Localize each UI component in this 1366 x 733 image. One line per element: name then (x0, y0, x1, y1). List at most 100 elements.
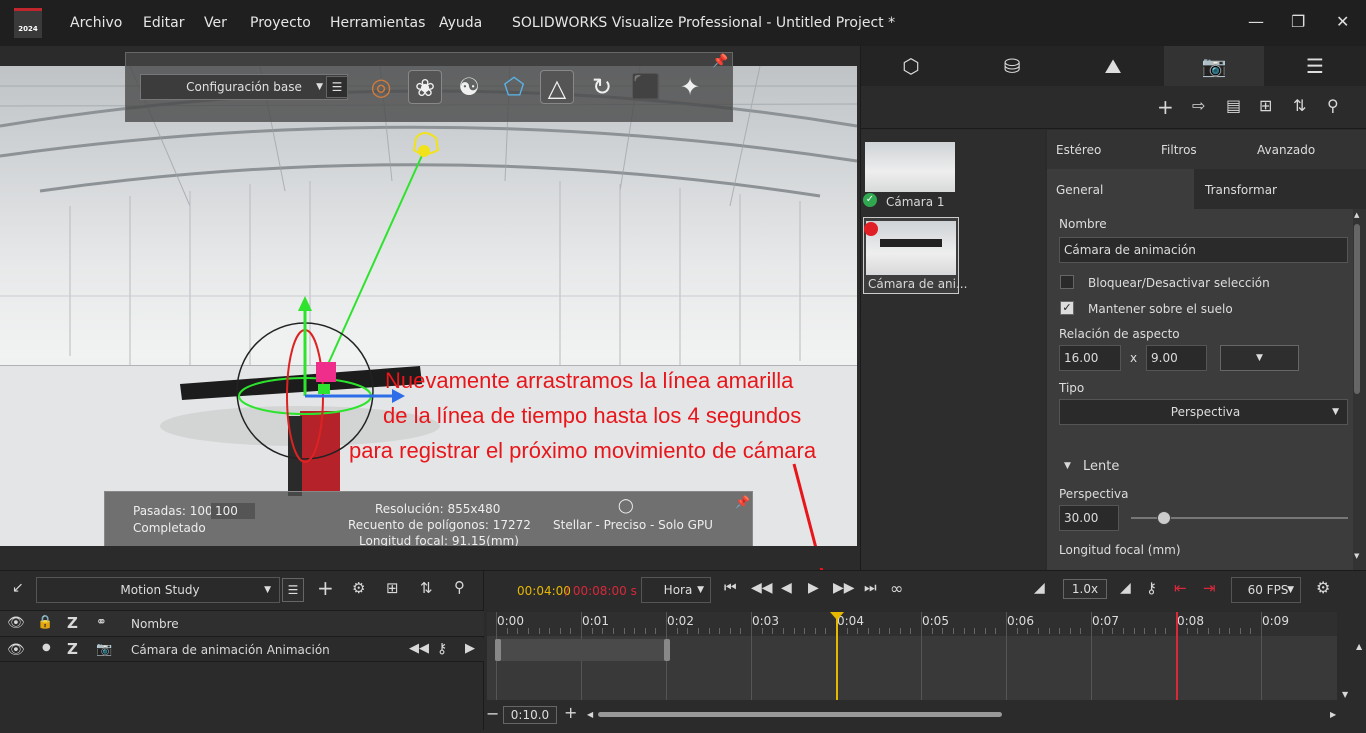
camera-label[interactable]: Cámara 1 (886, 195, 945, 209)
tab-transformar[interactable]: Transformar (1205, 183, 1277, 197)
key-icon[interactable]: ⚷ (1146, 579, 1157, 597)
cube-icon[interactable]: ⬡ (861, 46, 961, 86)
ease-in-icon[interactable]: ◢ (1034, 580, 1045, 596)
horizontal-scrollbar[interactable] (598, 712, 1002, 717)
zoom-field[interactable]: 0:10.0 (503, 706, 557, 724)
layout-icon[interactable]: ▤ (1226, 96, 1241, 115)
play-icon[interactable]: ▶ (808, 580, 819, 596)
target-icon[interactable]: ◎ (364, 70, 398, 104)
speed-field[interactable]: 1.0x (1063, 579, 1107, 599)
box-icon[interactable]: ⬛ (629, 70, 663, 104)
clip-start-handle[interactable] (495, 639, 501, 661)
configuration-select[interactable]: Configuración base ▼ (140, 74, 348, 100)
pin-icon[interactable]: 📌 (712, 54, 728, 69)
keep-ground-checkbox[interactable]: ✓ (1060, 301, 1074, 315)
lock-checkbox[interactable] (1060, 275, 1074, 289)
close-icon[interactable]: ✕ (1336, 12, 1349, 31)
tab-general[interactable]: General (1056, 183, 1103, 197)
next-key-icon[interactable]: ▶ (465, 641, 475, 656)
aspect-width-input[interactable]: 16.00 (1059, 345, 1121, 371)
eye-icon[interactable]: 👁 (7, 615, 25, 631)
brain-icon[interactable]: ❀ (408, 70, 442, 104)
curve-icon[interactable]: Z (67, 640, 78, 658)
scroll-left-icon[interactable]: ◀ (587, 710, 593, 719)
perspective-input[interactable]: 30.00 (1059, 505, 1119, 531)
camera-icon[interactable]: 📷 (1164, 46, 1264, 86)
zoom-in-icon[interactable]: + (564, 703, 577, 722)
end-marker[interactable] (1176, 612, 1178, 700)
plus-icon[interactable]: + (1157, 95, 1174, 119)
scroll-right-icon[interactable]: ▶ (1330, 710, 1336, 719)
clapper-icon[interactable]: ⚙ (352, 579, 365, 597)
database-icon[interactable]: ⛁ (962, 46, 1062, 86)
sort-icon[interactable]: ⇅ (420, 579, 433, 597)
zoom-out-icon[interactable]: − (486, 704, 499, 723)
aspect-preset-dropdown[interactable]: ▼ (1220, 345, 1299, 371)
clip-end-handle[interactable] (664, 639, 670, 661)
settings-icon[interactable]: ⚙ (1316, 578, 1330, 597)
fps-select[interactable]: 60 FPS ▼ (1231, 577, 1301, 603)
transform-icon[interactable]: △ (540, 70, 574, 104)
name-input[interactable]: Cámara de animación (1059, 237, 1348, 263)
tab-estereo[interactable]: Estéreo (1056, 143, 1101, 157)
skip-start-icon[interactable]: ⏮ (724, 580, 737, 596)
loop-icon[interactable]: ∞ (890, 579, 903, 598)
grid-icon[interactable]: ⊞ (1259, 96, 1272, 115)
render-viewport[interactable]: Nuevamente arrastramos la línea amarilla… (0, 66, 857, 546)
perspective-slider-thumb[interactable] (1156, 511, 1171, 525)
cube-select-icon[interactable]: ⬠ (497, 70, 531, 104)
prev-key-icon[interactable]: ◀◀ (409, 641, 429, 656)
set-end-icon[interactable]: ⇥ (1203, 579, 1216, 597)
curve-icon[interactable]: Z (67, 614, 78, 632)
menu-proyecto[interactable]: Proyecto (250, 15, 311, 31)
lens-section-title[interactable]: Lente (1083, 459, 1119, 474)
set-start-icon[interactable]: ⇤ (1174, 579, 1187, 597)
next-key-icon[interactable]: ▶▶ (833, 580, 855, 596)
columns-icon[interactable]: ☰ (1265, 46, 1365, 86)
link-icon[interactable]: ⚭ (96, 615, 107, 630)
app-logo[interactable]: 2024 (14, 8, 42, 38)
minimize-icon[interactable]: — (1248, 12, 1264, 31)
properties-scrollbar[interactable] (1354, 224, 1360, 394)
type-select[interactable]: Perspectiva ▼ (1059, 399, 1348, 425)
skip-end-icon[interactable]: ⏭ (864, 580, 877, 596)
plus-icon[interactable]: + (317, 576, 334, 600)
camera-thumbnail[interactable] (865, 142, 955, 192)
scroll-down-icon[interactable]: ▼ (1342, 690, 1348, 699)
key-icon[interactable]: ⚷ (437, 641, 447, 657)
step-back-icon[interactable]: ◀ (781, 580, 792, 596)
scroll-down-icon[interactable]: ▼ (1354, 552, 1359, 560)
menu-archivo[interactable]: Archivo (70, 15, 122, 31)
menu-editar[interactable]: Editar (143, 15, 184, 31)
turntable-icon[interactable]: ☯ (452, 70, 486, 104)
export-icon[interactable]: ⇨ (1192, 96, 1205, 115)
menu-ver[interactable]: Ver (204, 15, 227, 31)
eye-icon[interactable]: 👁 (7, 642, 25, 658)
list-icon[interactable]: ☰ (282, 578, 304, 602)
prev-key-icon[interactable]: ◀◀ (751, 580, 773, 596)
playhead[interactable] (836, 612, 838, 700)
restore-icon[interactable]: ❐ (1291, 12, 1305, 31)
list-icon[interactable]: ☰ (326, 76, 348, 98)
track-name[interactable]: Cámara de animación Animación (131, 643, 330, 657)
lock-dot-icon[interactable]: ● (42, 642, 51, 653)
animation-clip[interactable] (495, 639, 667, 661)
playhead-handle[interactable] (830, 612, 844, 620)
pin-icon[interactable]: 📌 (735, 495, 750, 509)
search-icon[interactable]: ⚲ (454, 578, 465, 596)
camera-label[interactable]: Cámara de ani... (868, 277, 967, 291)
sort-icon[interactable]: ⇅ (1293, 96, 1306, 115)
tab-avanzado[interactable]: Avanzado (1257, 143, 1315, 157)
landscape-icon[interactable]: ⛰ (1063, 46, 1163, 86)
menu-herramientas[interactable]: Herramientas (330, 15, 425, 31)
ease-out-icon[interactable]: ◢ (1120, 580, 1131, 596)
lock-icon[interactable]: 🔒 (37, 615, 53, 630)
search-icon[interactable]: ⚲ (1327, 96, 1339, 115)
scroll-up-icon[interactable]: ▲ (1354, 211, 1359, 219)
motion-study-select[interactable]: Motion Study ▼ (36, 577, 280, 603)
menu-ayuda[interactable]: Ayuda (439, 15, 482, 31)
magic-icon[interactable]: ✦ (673, 70, 707, 104)
refresh-icon[interactable]: ↻ (585, 70, 619, 104)
scroll-up-icon[interactable]: ▲ (1356, 642, 1362, 651)
grid-icon[interactable]: ⊞ (386, 579, 399, 597)
